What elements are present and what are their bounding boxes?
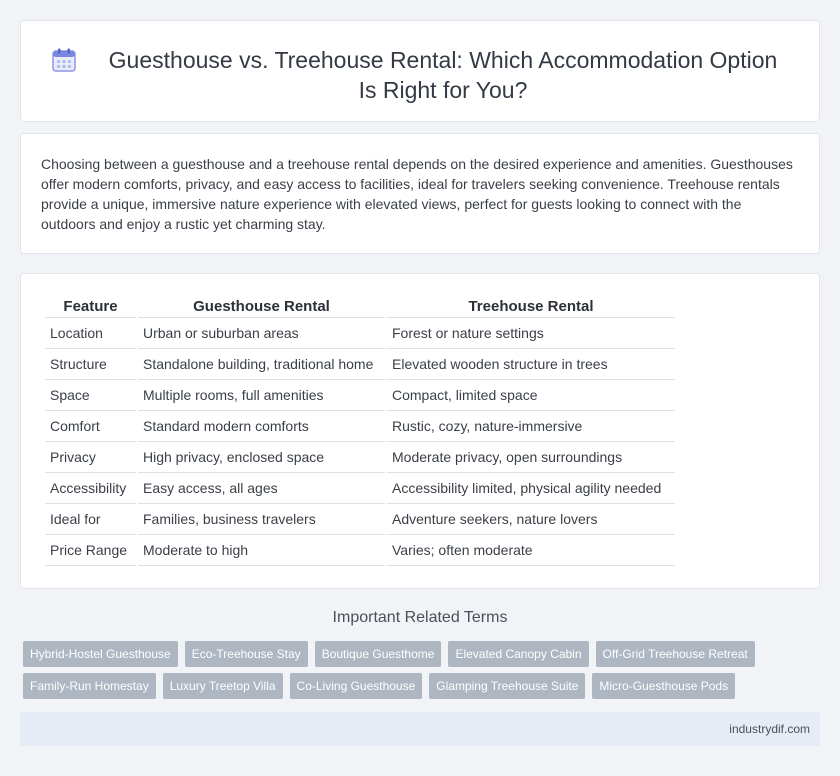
column-header-guesthouse: Guesthouse Rental xyxy=(138,296,385,318)
feature-cell: Location xyxy=(45,318,136,349)
related-term-tag[interactable]: Eco-Treehouse Stay xyxy=(184,641,308,667)
table-row: Structure Standalone building, tradition… xyxy=(45,349,675,380)
feature-cell: Privacy xyxy=(45,442,136,473)
table-row: Ideal for Families, business travelers A… xyxy=(45,504,675,535)
intro-paragraph: Choosing between a guesthouse and a tree… xyxy=(41,156,793,232)
treehouse-cell: Forest or nature settings xyxy=(387,318,675,349)
feature-cell: Ideal for xyxy=(45,504,136,535)
intro-card: Choosing between a guesthouse and a tree… xyxy=(20,133,820,254)
column-header-treehouse: Treehouse Rental xyxy=(387,296,675,318)
treehouse-cell: Adventure seekers, nature lovers xyxy=(387,504,675,535)
feature-cell: Price Range xyxy=(45,535,136,566)
related-terms-list: Hybrid-Hostel Guesthouse Eco-Treehouse S… xyxy=(23,641,823,699)
guesthouse-cell: Easy access, all ages xyxy=(138,473,385,504)
guesthouse-cell: Urban or suburban areas xyxy=(138,318,385,349)
related-term-tag[interactable]: Hybrid-Hostel Guesthouse xyxy=(23,641,178,667)
title-card: Guesthouse vs. Treehouse Rental: Which A… xyxy=(20,20,820,122)
related-term-tag[interactable]: Micro-Guesthouse Pods xyxy=(592,673,736,699)
table-row: Accessibility Easy access, all ages Acce… xyxy=(45,473,675,504)
treehouse-cell: Rustic, cozy, nature-immersive xyxy=(387,411,675,442)
related-term-tag[interactable]: Elevated Canopy Cabin xyxy=(448,641,589,667)
treehouse-cell: Moderate privacy, open surroundings xyxy=(387,442,675,473)
table-row: Space Multiple rooms, full amenities Com… xyxy=(45,380,675,411)
table-header-row: Feature Guesthouse Rental Treehouse Rent… xyxy=(45,296,675,318)
guesthouse-cell: Moderate to high xyxy=(138,535,385,566)
related-term-tag[interactable]: Co-Living Guesthouse xyxy=(289,673,423,699)
related-term-tag[interactable]: Off-Grid Treehouse Retreat xyxy=(595,641,755,667)
footer-bar: industrydif.com xyxy=(20,712,820,746)
feature-cell: Space xyxy=(45,380,136,411)
guesthouse-cell: Multiple rooms, full amenities xyxy=(138,380,385,411)
feature-cell: Accessibility xyxy=(45,473,136,504)
feature-cell: Comfort xyxy=(45,411,136,442)
treehouse-cell: Elevated wooden structure in trees xyxy=(387,349,675,380)
guesthouse-cell: Standard modern comforts xyxy=(138,411,385,442)
related-term-tag[interactable]: Family-Run Homestay xyxy=(23,673,156,699)
page-title: Guesthouse vs. Treehouse Rental: Which A… xyxy=(108,47,778,103)
comparison-card: Feature Guesthouse Rental Treehouse Rent… xyxy=(20,273,820,589)
feature-cell: Structure xyxy=(45,349,136,380)
table-row: Price Range Moderate to high Varies; oft… xyxy=(45,535,675,566)
comparison-table: Feature Guesthouse Rental Treehouse Rent… xyxy=(43,296,677,566)
related-term-tag[interactable]: Luxury Treetop Villa xyxy=(162,673,283,699)
treehouse-cell: Varies; often moderate xyxy=(387,535,675,566)
guesthouse-cell: Families, business travelers xyxy=(138,504,385,535)
table-row: Location Urban or suburban areas Forest … xyxy=(45,318,675,349)
related-term-tag[interactable]: Boutique Guesthome xyxy=(314,641,442,667)
table-row: Comfort Standard modern comforts Rustic,… xyxy=(45,411,675,442)
table-row: Privacy High privacy, enclosed space Mod… xyxy=(45,442,675,473)
related-term-tag[interactable]: Glamping Treehouse Suite xyxy=(429,673,586,699)
treehouse-cell: Accessibility limited, physical agility … xyxy=(387,473,675,504)
footer-site-link[interactable]: industrydif.com xyxy=(729,722,810,736)
treehouse-cell: Compact, limited space xyxy=(387,380,675,411)
column-header-feature: Feature xyxy=(45,296,136,318)
guesthouse-cell: High privacy, enclosed space xyxy=(138,442,385,473)
guesthouse-cell: Standalone building, traditional home xyxy=(138,349,385,380)
related-terms-heading: Important Related Terms xyxy=(332,609,508,626)
calendar-icon xyxy=(52,48,76,72)
